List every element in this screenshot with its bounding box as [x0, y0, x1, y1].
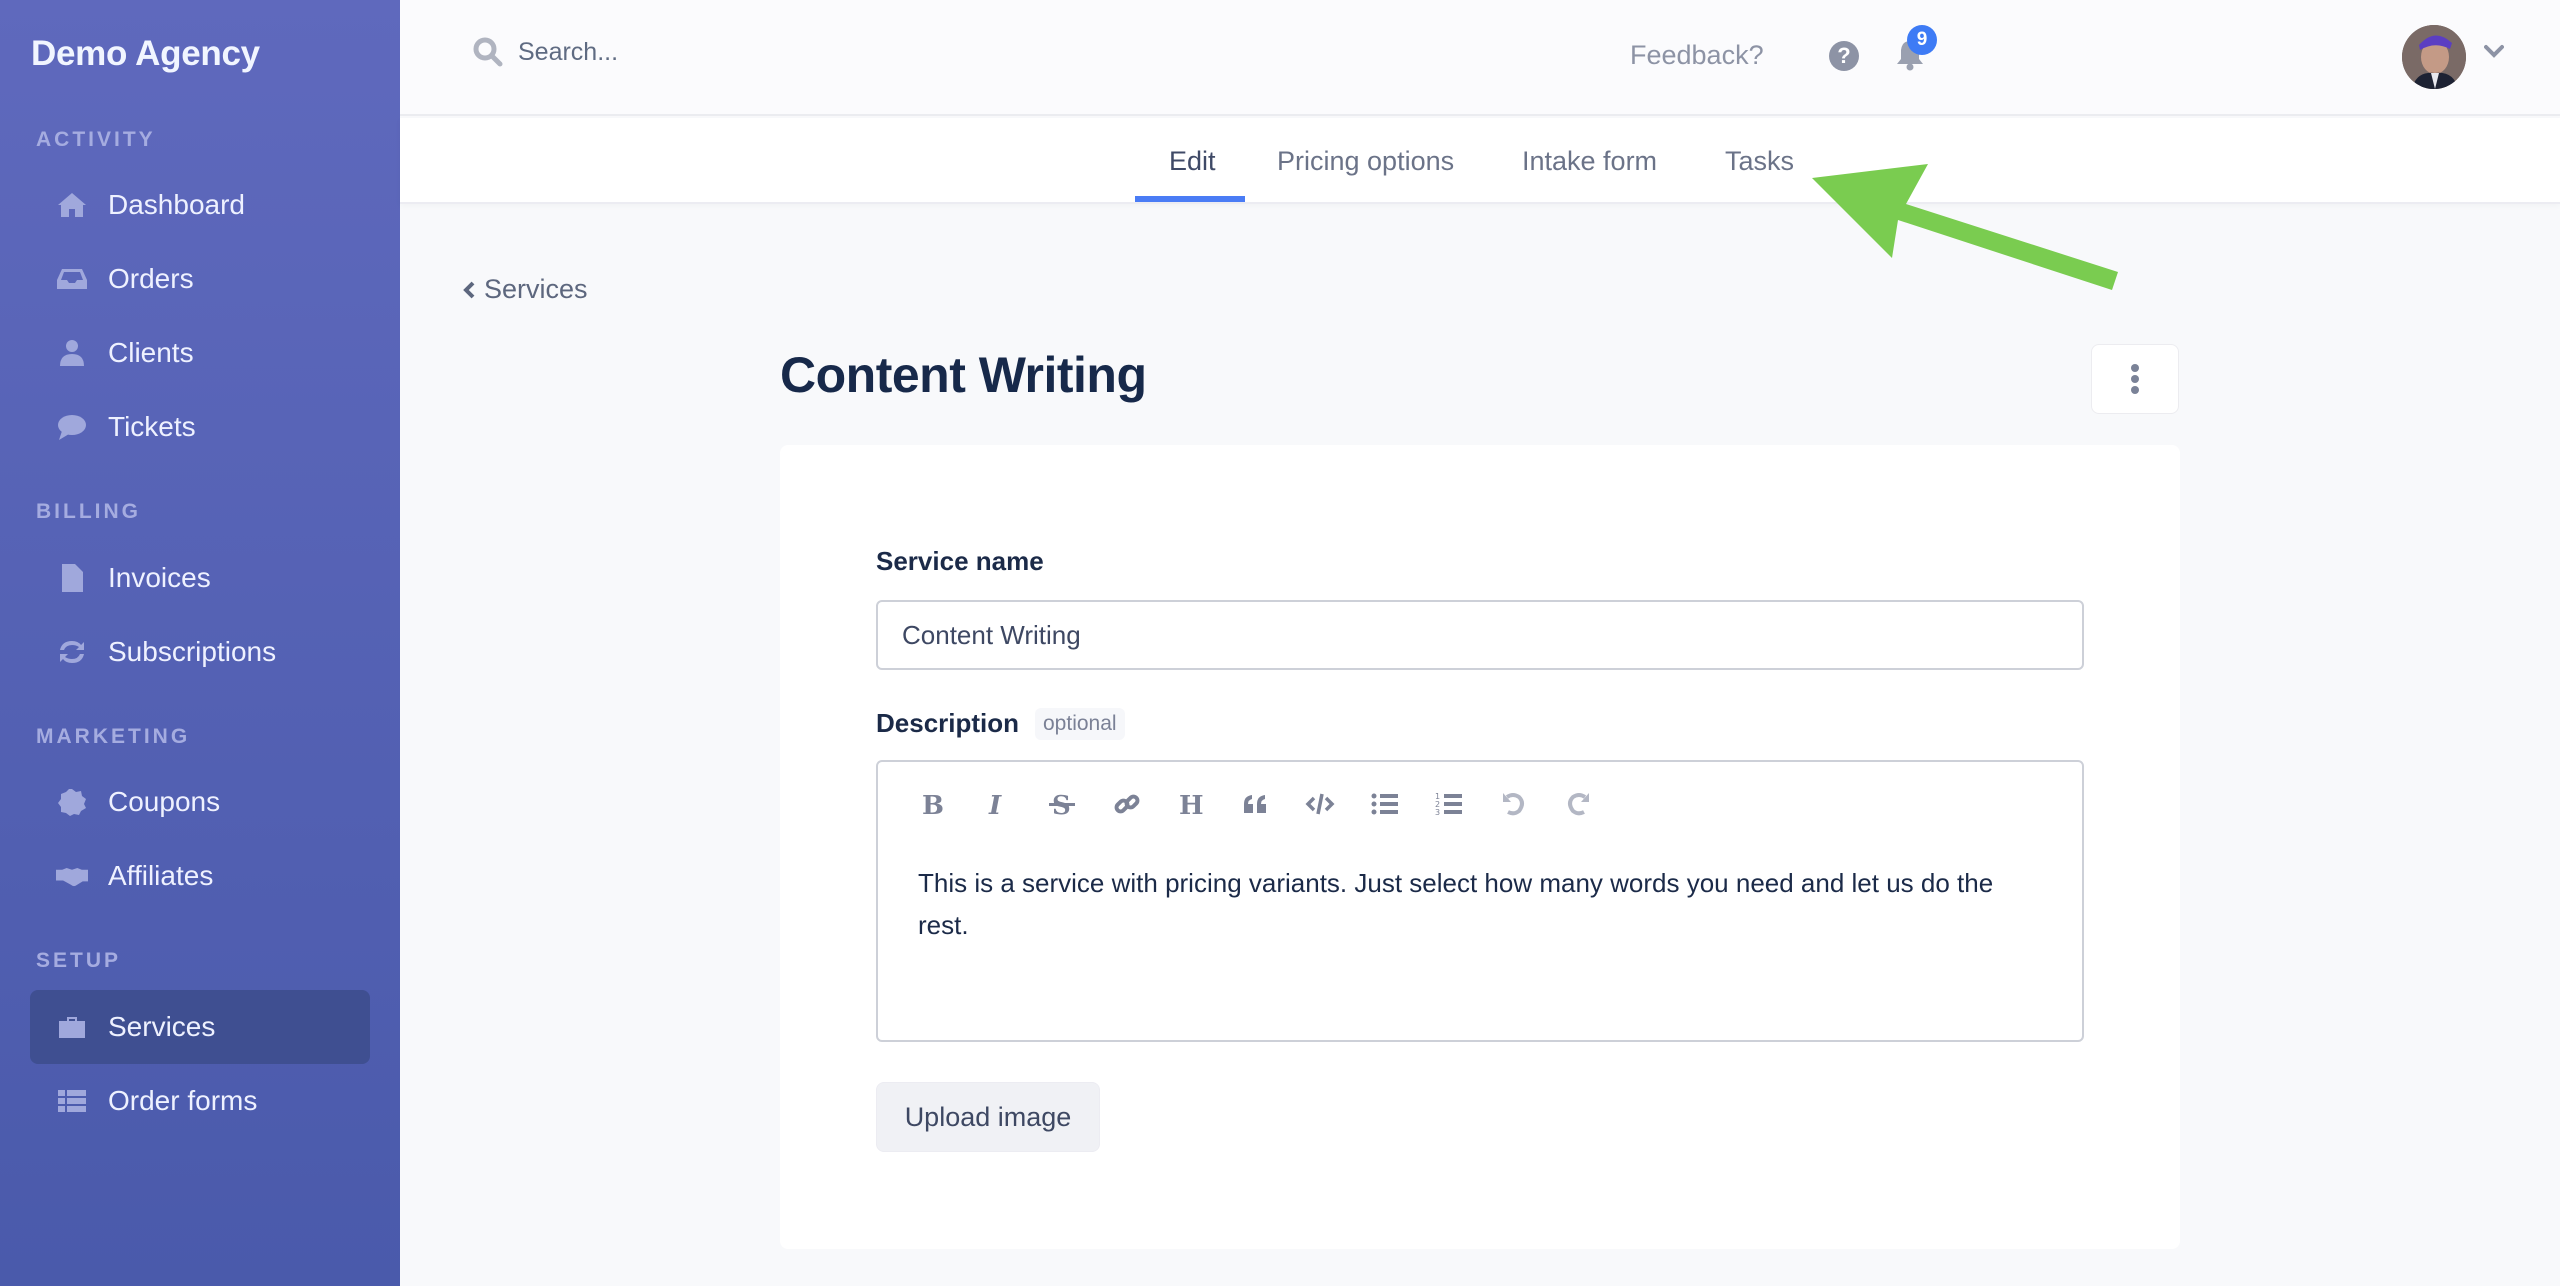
- heading-button[interactable]: H: [1176, 784, 1241, 824]
- active-tab-indicator: [1135, 196, 1245, 202]
- svg-text:3: 3: [1435, 808, 1440, 817]
- svg-text:B: B: [922, 791, 944, 819]
- kebab-dot: [2131, 375, 2139, 383]
- sidebar: Demo Agency ACTIVITY Dashboard Orders Cl…: [0, 0, 400, 1286]
- sidebar-item-orders[interactable]: Orders: [30, 242, 370, 316]
- file-icon: [54, 560, 90, 596]
- code-button[interactable]: [1305, 784, 1370, 824]
- description-content[interactable]: This is a service with pricing variants.…: [918, 862, 2048, 946]
- sidebar-item-label: Tickets: [108, 411, 196, 442]
- redo-button[interactable]: [1563, 784, 1628, 824]
- numbered-list-button[interactable]: 123: [1434, 784, 1499, 824]
- sidebar-item-label: Invoices: [108, 562, 211, 593]
- bullet-list-button[interactable]: [1370, 784, 1435, 824]
- numbered-list-icon: 123: [1435, 792, 1462, 817]
- sidebar-item-coupons[interactable]: Coupons: [30, 765, 370, 839]
- description-editor[interactable]: B I S H 123 This is a service with prici…: [876, 760, 2084, 1042]
- italic-icon: I: [988, 791, 1002, 819]
- kebab-dot: [2131, 386, 2139, 394]
- tab-tasks[interactable]: Tasks: [1725, 146, 1794, 177]
- sidebar-item-label: Services: [108, 1011, 216, 1042]
- strikethrough-icon: S: [1049, 791, 1075, 819]
- editor-toolbar: B I S H 123: [918, 784, 1628, 824]
- code-icon: [1305, 793, 1335, 815]
- undo-button[interactable]: [1499, 784, 1564, 824]
- redo-icon: [1568, 793, 1589, 816]
- help-icon[interactable]: ?: [1829, 41, 1859, 71]
- chevron-down-icon[interactable]: [2484, 44, 2504, 60]
- tab-bar: Edit Pricing options Intake form Tasks: [400, 118, 2560, 204]
- bullet-list-icon: [1371, 793, 1398, 815]
- undo-icon: [1502, 793, 1524, 816]
- section-label-marketing: MARKETING: [36, 725, 191, 748]
- optional-tag: optional: [1035, 708, 1125, 740]
- sidebar-item-services[interactable]: Services: [30, 990, 370, 1064]
- top-bar: [400, 0, 2560, 116]
- sidebar-item-label: Order forms: [108, 1085, 258, 1116]
- sidebar-item-invoices[interactable]: Invoices: [30, 541, 370, 615]
- description-label: Description: [876, 708, 1020, 738]
- sidebar-item-label: Coupons: [108, 786, 221, 817]
- tab-edit[interactable]: Edit: [1169, 146, 1216, 177]
- refresh-icon: [54, 634, 90, 670]
- user-avatar[interactable]: [2402, 25, 2466, 89]
- inbox-icon: [54, 261, 90, 297]
- tab-pricing-options[interactable]: Pricing options: [1277, 146, 1454, 177]
- user-icon: [54, 335, 90, 371]
- back-link-label: Services: [484, 274, 588, 304]
- link-icon: [1114, 794, 1139, 814]
- service-name-label: Service name: [876, 546, 1044, 576]
- table-list-icon: [54, 1083, 90, 1119]
- home-icon: [54, 187, 90, 223]
- sidebar-item-label: Dashboard: [108, 189, 245, 220]
- section-label-activity: ACTIVITY: [36, 128, 156, 151]
- sidebar-item-label: Orders: [108, 263, 194, 294]
- sidebar-item-subscriptions[interactable]: Subscriptions: [30, 615, 370, 689]
- back-to-services-link[interactable]: Services: [462, 274, 588, 305]
- search-icon: [473, 37, 503, 67]
- page-title: Content Writing: [780, 347, 1147, 403]
- link-button[interactable]: [1112, 784, 1177, 824]
- service-name-input[interactable]: [876, 600, 2084, 670]
- quote-button[interactable]: [1241, 784, 1306, 824]
- sidebar-item-dashboard[interactable]: Dashboard: [30, 168, 370, 242]
- brand-name[interactable]: Demo Agency: [31, 34, 260, 74]
- notification-count-badge: 9: [1907, 25, 1937, 55]
- tab-intake-form[interactable]: Intake form: [1522, 146, 1657, 177]
- percent-badge-icon: [54, 784, 90, 820]
- sidebar-item-label: Subscriptions: [108, 636, 277, 667]
- quote-icon: [1243, 795, 1266, 813]
- svg-text:I: I: [988, 791, 1002, 819]
- feedback-link[interactable]: Feedback?: [1630, 40, 1764, 71]
- bold-button[interactable]: B: [918, 784, 983, 824]
- heading-icon: H: [1179, 791, 1204, 819]
- svg-text:H: H: [1179, 791, 1204, 819]
- section-label-setup: SETUP: [36, 949, 122, 972]
- chat-bubble-icon: [54, 409, 90, 445]
- sidebar-item-label: Clients: [108, 337, 194, 368]
- section-label-billing: BILLING: [36, 500, 141, 523]
- search-input[interactable]: [518, 37, 918, 67]
- sidebar-item-order-forms[interactable]: Order forms: [30, 1064, 370, 1138]
- search-box[interactable]: [472, 36, 918, 68]
- handshake-icon: [54, 858, 90, 894]
- sidebar-item-label: Affiliates: [108, 860, 214, 891]
- bold-icon: B: [922, 791, 944, 819]
- kebab-dot: [2131, 364, 2139, 372]
- chevron-left-icon: [463, 281, 475, 298]
- upload-image-button[interactable]: Upload image: [876, 1082, 1100, 1152]
- more-options-button[interactable]: [2091, 344, 2179, 414]
- avatar-image: [2402, 25, 2466, 89]
- italic-button[interactable]: I: [983, 784, 1048, 824]
- sidebar-item-tickets[interactable]: Tickets: [30, 390, 370, 464]
- toolbox-icon: [54, 1009, 90, 1045]
- sidebar-item-affiliates[interactable]: Affiliates: [30, 839, 370, 913]
- sidebar-item-clients[interactable]: Clients: [30, 316, 370, 390]
- strikethrough-button[interactable]: S: [1047, 784, 1112, 824]
